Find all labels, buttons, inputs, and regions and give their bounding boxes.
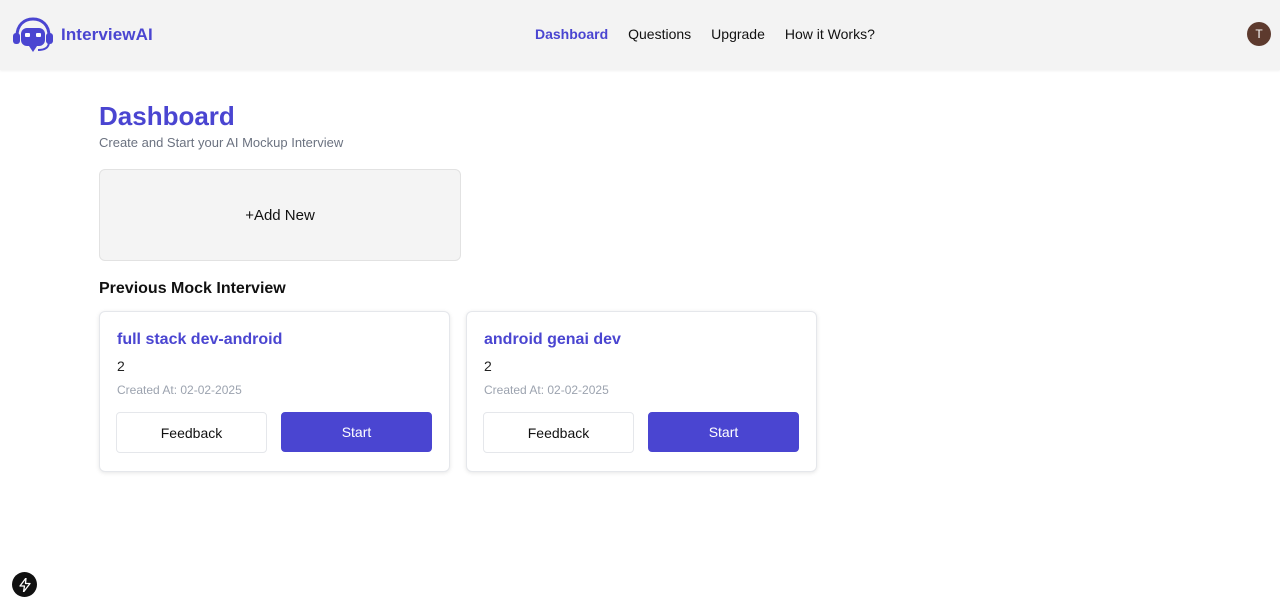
feedback-button[interactable]: Feedback: [116, 412, 267, 453]
interview-created-date: Created At: 02-02-2025: [117, 383, 242, 397]
interview-created-date: Created At: 02-02-2025: [484, 383, 609, 397]
nav-dashboard[interactable]: Dashboard: [535, 26, 608, 42]
interview-title: android genai dev: [484, 331, 621, 348]
feedback-button[interactable]: Feedback: [483, 412, 634, 453]
bolt-icon: [18, 577, 31, 592]
dev-tools-badge[interactable]: [12, 572, 37, 597]
page-title: Dashboard: [99, 101, 235, 131]
top-navbar: InterviewAI Dashboard Questions Upgrade …: [0, 0, 1280, 70]
robot-headset-icon: [13, 17, 53, 52]
interview-count: 2: [484, 358, 492, 374]
nav-how-it-works[interactable]: How it Works?: [785, 26, 875, 42]
add-new-label: +Add New: [245, 206, 315, 224]
section-title: Previous Mock Interview: [99, 280, 286, 297]
start-button[interactable]: Start: [648, 412, 799, 452]
interview-title: full stack dev-android: [117, 331, 283, 348]
brand-name: InterviewAI: [61, 25, 153, 44]
nav-questions[interactable]: Questions: [628, 26, 691, 42]
nav-upgrade[interactable]: Upgrade: [711, 26, 765, 42]
start-button[interactable]: Start: [281, 412, 432, 452]
interview-card: android genai dev 2 Created At: 02-02-20…: [466, 311, 817, 472]
user-avatar[interactable]: T: [1247, 22, 1271, 46]
page-subtitle: Create and Start your AI Mockup Intervie…: [99, 135, 344, 150]
add-new-interview-button[interactable]: +Add New: [99, 169, 461, 261]
main-nav: Dashboard Questions Upgrade How it Works…: [535, 25, 875, 43]
brand[interactable]: InterviewAI: [11, 16, 153, 54]
interview-count: 2: [117, 358, 125, 374]
interview-card: full stack dev-android 2 Created At: 02-…: [99, 311, 450, 472]
